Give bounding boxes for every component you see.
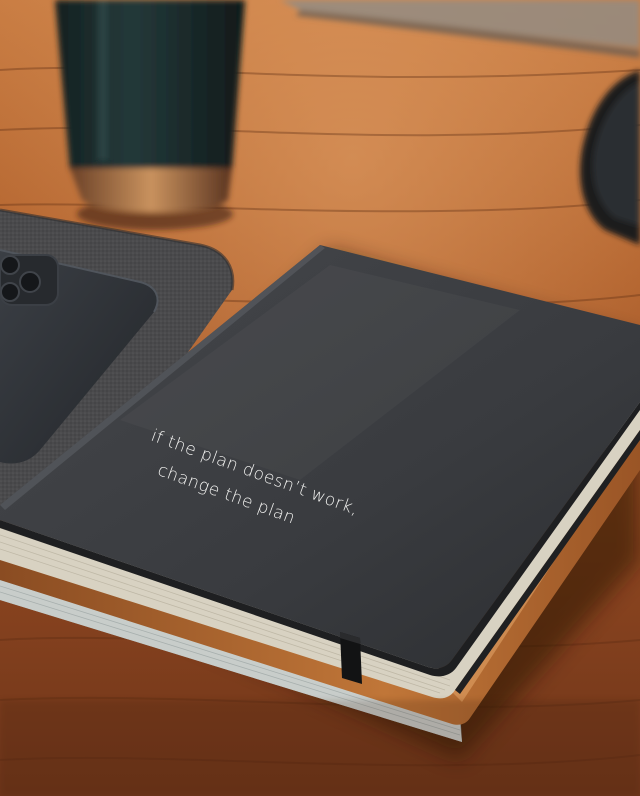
camera-module-icon: [0, 254, 59, 306]
photo-scene: if the plan doesn’t work, change the pla…: [0, 0, 640, 796]
photo-illustration: if the plan doesn’t work, change the pla…: [0, 0, 640, 796]
tumbler-cup: [55, 0, 245, 230]
